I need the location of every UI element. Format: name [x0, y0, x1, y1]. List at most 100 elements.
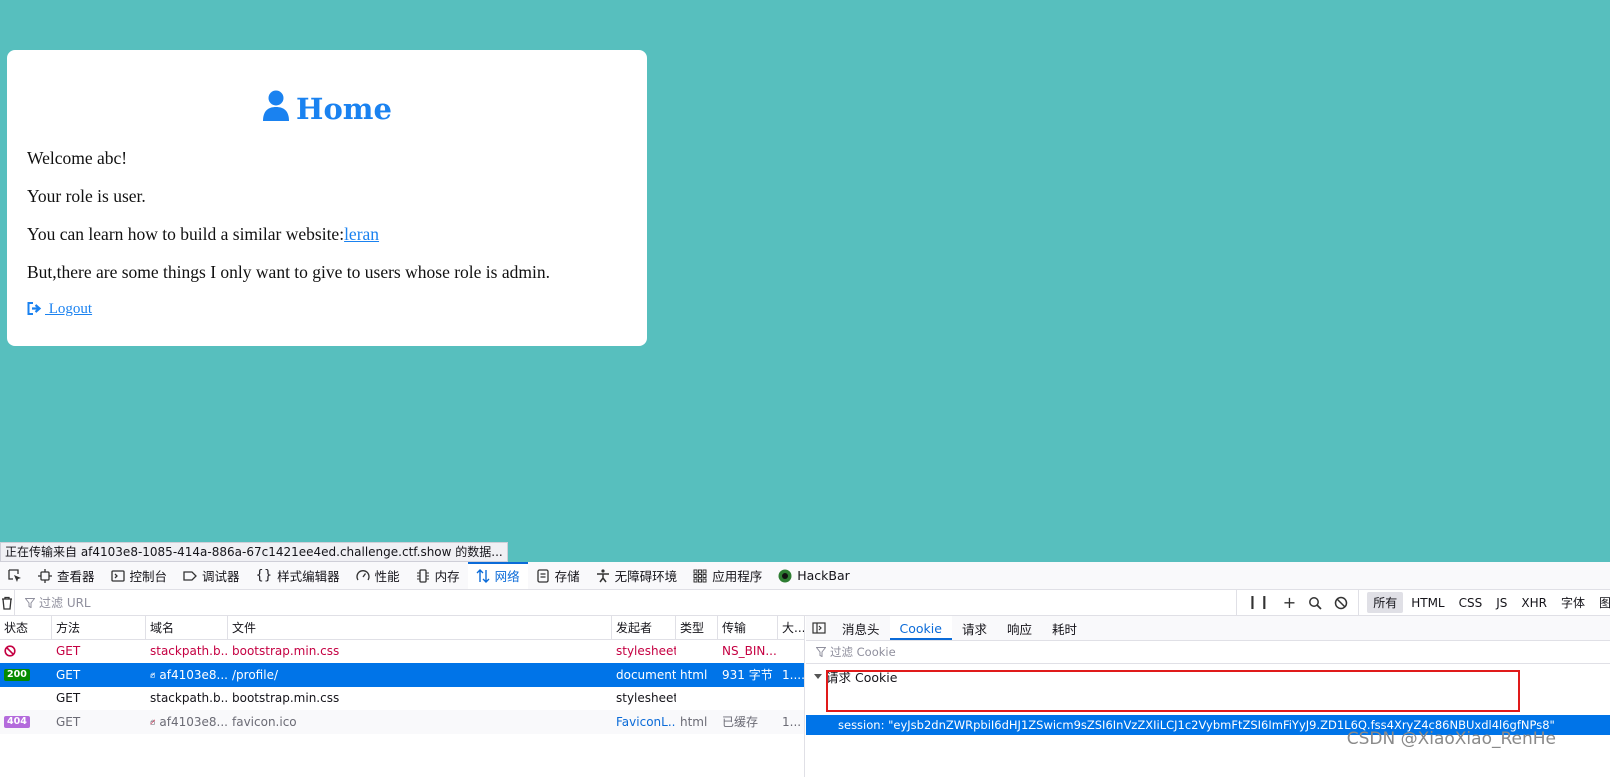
- tab-console-label: 控制台: [129, 569, 168, 584]
- sidebar-toggle-icon: [812, 622, 826, 634]
- learn-line: You can learn how to build a similar web…: [27, 224, 379, 245]
- type-cell: html: [680, 714, 708, 729]
- tab-timings[interactable]: 耗时: [1042, 616, 1087, 640]
- search-icon[interactable]: [1308, 596, 1322, 610]
- logout-label: Logout: [45, 301, 93, 317]
- storage-icon: [537, 568, 549, 583]
- column-domain[interactable]: 域名: [146, 616, 228, 639]
- welcome-text: Welcome abc!: [27, 148, 128, 168]
- transferred-cell: NS_BIN...: [722, 644, 777, 659]
- table-row[interactable]: 404 GET af4103e8... favicon.ico FaviconL…: [0, 710, 804, 734]
- toggle-sidebar-button[interactable]: [806, 616, 832, 640]
- tab-hackbar[interactable]: HackBar: [770, 562, 858, 589]
- tab-debugger[interactable]: 调试器: [175, 562, 248, 589]
- initiator-cell: FaviconL...: [616, 714, 676, 729]
- method-cell: GET: [56, 644, 81, 659]
- type-cell: html: [680, 667, 708, 682]
- type-cell: [676, 687, 718, 711]
- column-status[interactable]: 状态: [0, 616, 52, 639]
- status-cell: 404: [0, 710, 52, 734]
- element-picker-button[interactable]: [0, 562, 30, 589]
- method-cell: GET: [56, 691, 81, 706]
- tab-accessibility[interactable]: 无障碍环境: [588, 562, 686, 589]
- tab-style-editor-label: 样式编辑器: [277, 569, 340, 584]
- home-card: Home Welcome abc! Your role is user. You…: [7, 50, 647, 346]
- initiator-cell: stylesheet: [616, 644, 676, 659]
- table-row[interactable]: GET stackpath.b... bootstrap.min.css sty…: [0, 640, 804, 664]
- trash-icon: [2, 596, 12, 610]
- column-method[interactable]: 方法: [52, 616, 146, 639]
- filter-xhr[interactable]: XHR: [1515, 594, 1553, 612]
- transferred-cell: 已缓存: [722, 715, 759, 730]
- learn-link[interactable]: leran: [344, 224, 379, 244]
- url-filter-input[interactable]: 过滤 URL: [15, 590, 1237, 615]
- clear-requests-button[interactable]: [0, 590, 15, 615]
- debugger-icon: [183, 570, 197, 581]
- method-cell: GET: [56, 714, 81, 729]
- filter-html[interactable]: HTML: [1405, 594, 1450, 612]
- user-icon: [262, 90, 290, 129]
- domain-text: af4103e8...: [159, 714, 228, 729]
- filter-images[interactable]: 图: [1593, 592, 1610, 613]
- column-transferred[interactable]: 传输: [718, 616, 778, 639]
- network-tools: ❙❙ +: [1237, 590, 1360, 615]
- annotation-box: [826, 670, 1520, 712]
- tab-response[interactable]: 响应: [997, 616, 1042, 640]
- hackbar-icon: [778, 569, 792, 582]
- tab-inspector-label: 查看器: [57, 569, 95, 584]
- filter-all[interactable]: 所有: [1367, 592, 1404, 613]
- tab-hackbar-label: HackBar: [797, 568, 850, 583]
- size-cell: [778, 687, 805, 711]
- tab-storage[interactable]: 存储: [528, 562, 588, 589]
- column-size[interactable]: 大...: [778, 616, 805, 639]
- logout-link[interactable]: Logout: [27, 301, 92, 318]
- transferred-cell: [718, 687, 778, 711]
- column-type[interactable]: 类型: [676, 616, 718, 639]
- tab-inspector[interactable]: 查看器: [30, 562, 103, 589]
- column-file[interactable]: 文件: [228, 616, 612, 639]
- domain-cell: af4103e8...: [146, 663, 228, 687]
- pause-icon[interactable]: ❙❙: [1247, 595, 1271, 610]
- tab-headers[interactable]: 消息头: [832, 616, 890, 640]
- request-table: 状态 方法 域名 文件 发起者 类型 传输 大... GET stackpath…: [0, 616, 805, 777]
- file-cell: bootstrap.min.css: [232, 644, 340, 659]
- status-cell: [0, 687, 52, 711]
- tab-memory[interactable]: 内存: [408, 562, 468, 589]
- filter-icon: [816, 647, 826, 657]
- watermark: CSDN @XiaoXiao_RenHe: [1346, 729, 1556, 749]
- tab-network[interactable]: 网络: [467, 562, 528, 589]
- add-icon[interactable]: +: [1283, 593, 1296, 612]
- admin-note: But,there are some things I only want to…: [27, 262, 550, 282]
- tab-accessibility-label: 无障碍环境: [614, 569, 678, 584]
- tab-request[interactable]: 请求: [952, 616, 997, 640]
- filter-css[interactable]: CSS: [1453, 594, 1489, 612]
- file-cell: favicon.ico: [232, 714, 297, 729]
- table-row[interactable]: GET stackpath.b... bootstrap.min.css sty…: [0, 687, 804, 711]
- type-filters: 所有 HTML CSS JS XHR 字体 图: [1359, 590, 1610, 615]
- tab-console[interactable]: 控制台: [103, 562, 176, 589]
- page-title: Home: [7, 90, 647, 129]
- tab-debugger-label: 调试器: [202, 569, 240, 584]
- block-icon[interactable]: [1334, 596, 1348, 610]
- method-cell: GET: [56, 667, 81, 682]
- filter-fonts[interactable]: 字体: [1555, 592, 1591, 613]
- tab-performance-label: 性能: [374, 569, 400, 584]
- expand-arrow-icon: [814, 673, 822, 679]
- file-cell: /profile/: [232, 667, 278, 682]
- devtools-toolbar: 查看器 控制台 调试器 {} 样式编辑器 性能 内存 网络 存储 无障碍环境 应…: [0, 562, 1610, 590]
- status-cell: [0, 640, 52, 664]
- column-initiator[interactable]: 发起者: [612, 616, 676, 639]
- transferred-cell: 931 字节: [722, 668, 773, 683]
- table-row[interactable]: 200 GET af4103e8... /profile/ document h…: [0, 663, 805, 687]
- filter-icon: [25, 597, 35, 608]
- tab-style-editor[interactable]: {} 样式编辑器: [248, 562, 348, 589]
- tab-performance[interactable]: 性能: [348, 562, 408, 589]
- filter-js[interactable]: JS: [1490, 594, 1513, 612]
- cookie-filter-placeholder: 过滤 Cookie: [830, 645, 896, 659]
- tab-network-label: 网络: [494, 569, 520, 584]
- element-picker-icon: [8, 568, 21, 582]
- tab-cookies[interactable]: Cookie: [889, 616, 952, 640]
- sign-out-icon: [27, 302, 42, 315]
- cookie-filter-input[interactable]: 过滤 Cookie: [806, 641, 1610, 664]
- tab-application[interactable]: 应用程序: [685, 562, 770, 589]
